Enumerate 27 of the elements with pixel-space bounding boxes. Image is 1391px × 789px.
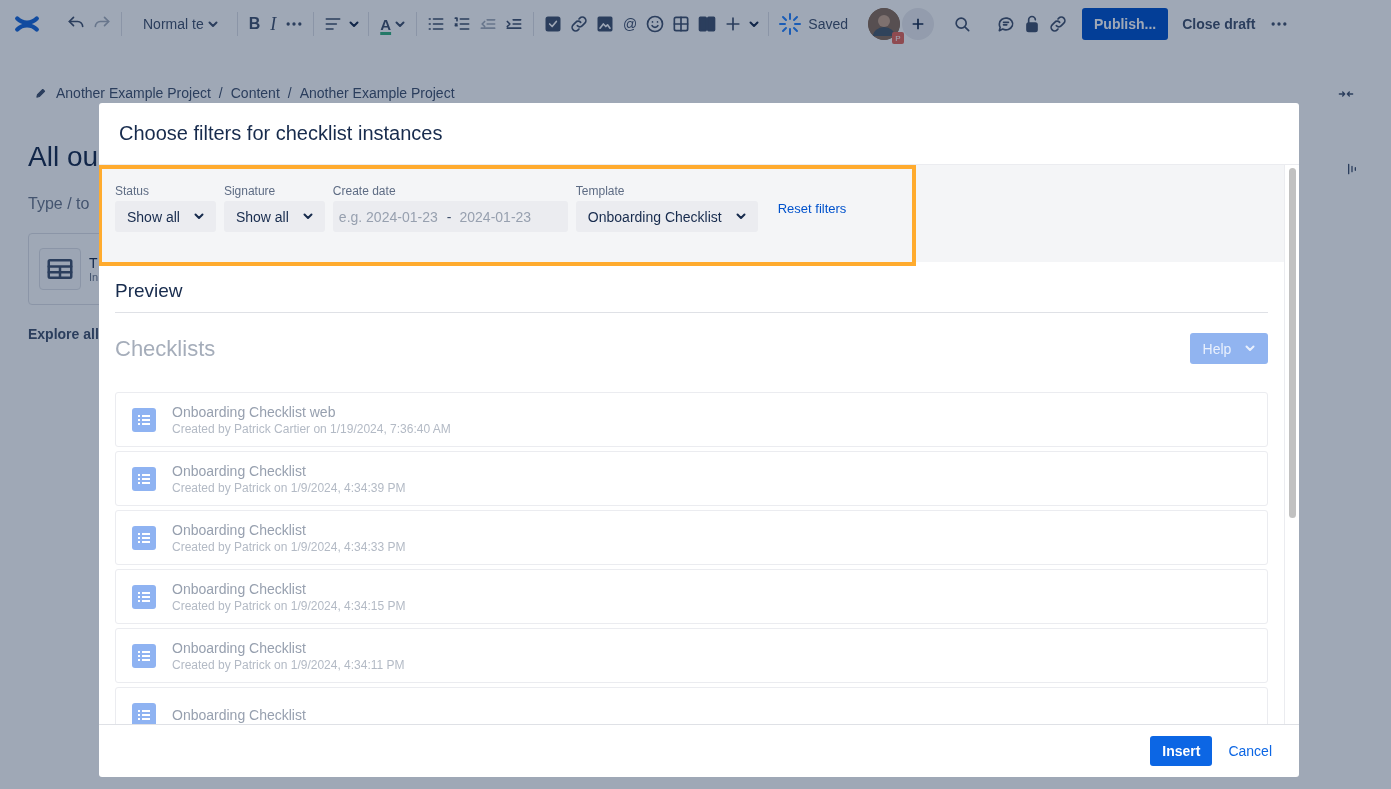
page-title: All ou xyxy=(28,141,99,173)
checklist-meta: Created by Patrick on 1/9/2024, 4:34:33 PM xyxy=(172,539,406,554)
filter-label: Template xyxy=(575,184,626,198)
checklist-title: Onboarding Checklist xyxy=(172,639,307,656)
dialog-title: Choose filters for checklist instances xyxy=(119,122,443,145)
card-title: T xyxy=(89,255,99,271)
filter-label: Signature xyxy=(223,184,277,198)
checklist-meta: Created by Patrick on 1/9/2024, 4:34:15 PM xyxy=(172,598,406,613)
checklist-title: Onboarding Checklist xyxy=(172,462,307,479)
breadcrumb-separator: / xyxy=(287,85,292,101)
checklist-title: Onboarding Checklist xyxy=(172,706,306,723)
editor-prompt: Type / to xyxy=(28,195,90,213)
filter-label: Create date xyxy=(332,184,397,198)
breadcrumb-separator: / xyxy=(218,85,223,101)
checklist-title: Onboarding Checklist xyxy=(172,521,307,538)
checklist-meta: Created by Patrick on 1/9/2024, 4:34:39 PM xyxy=(172,480,406,495)
checklist-title: Onboarding Checklist web xyxy=(172,403,337,420)
date-separator: - xyxy=(446,208,452,225)
save-status: Saved xyxy=(808,16,848,32)
avatar-badge: P xyxy=(892,32,904,44)
card-subtitle: In xyxy=(89,271,99,283)
checklists-title: Checklists xyxy=(115,335,216,362)
checklist-meta: Created by Patrick on 1/9/2024, 4:34:11 PM xyxy=(172,657,405,672)
checklist-meta: Created by Patrick Cartier on 1/19/2024, 7:36:40 AM xyxy=(172,421,451,436)
filter-label: Status xyxy=(115,184,151,198)
preview-heading: Preview xyxy=(115,262,1268,313)
checklist-title: Onboarding Checklist xyxy=(172,580,307,597)
